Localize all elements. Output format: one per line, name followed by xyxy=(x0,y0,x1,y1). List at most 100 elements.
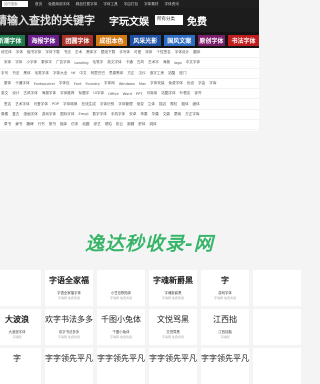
tag-link[interactable]: 细体 xyxy=(193,102,200,107)
category-banner[interactable]: 成祖本色 xyxy=(95,34,127,46)
tag-link[interactable]: 姚体 xyxy=(149,122,156,127)
tag-link[interactable]: POP xyxy=(52,102,59,106)
tag-link[interactable]: 圆体 xyxy=(193,50,200,55)
tag-link[interactable]: logo xyxy=(174,61,182,65)
tag-link[interactable]: 艺术 xyxy=(75,50,82,55)
tag-link[interactable]: 字体管理 xyxy=(118,102,132,107)
tag-link[interactable]: 标题字 xyxy=(79,91,90,96)
tag-link[interactable]: 字体转换 xyxy=(63,102,77,107)
tag-link[interactable]: Fontsquirrel xyxy=(34,82,55,86)
tag-link[interactable]: PPT xyxy=(136,92,143,96)
category-banner[interactable]: 风采光影 xyxy=(129,34,161,46)
tag-link[interactable]: 数字字体 xyxy=(92,112,106,117)
tag-link[interactable]: 文鼎 xyxy=(163,112,170,117)
tag-link[interactable]: 楷书字体 xyxy=(27,50,41,55)
tag-link[interactable]: Office xyxy=(108,92,119,96)
tag-link[interactable]: 新魏 xyxy=(127,122,134,127)
font-card[interactable]: 字 xyxy=(0,348,41,384)
top-search-input[interactable]: 站内搜索 xyxy=(2,1,28,7)
tag-link[interactable]: 字体 xyxy=(15,60,22,65)
tag-link[interactable]: 中文字体 xyxy=(186,60,200,65)
tag-link[interactable]: 手写 xyxy=(1,71,8,76)
nav-item-free[interactable]: 免费商用字体 xyxy=(45,2,73,7)
tag-link[interactable]: 字体下载 xyxy=(45,50,59,55)
tag-link[interactable]: 行书 xyxy=(38,122,45,127)
tag-link[interactable]: 站酷字体 xyxy=(161,91,175,96)
font-card[interactable]: 字魂新爵黑 字魂新爵黑 字魂网 免费商用 xyxy=(149,270,197,306)
tag-link[interactable]: 艺术字体 xyxy=(15,102,29,107)
tag-link[interactable]: 黑体 xyxy=(23,71,30,76)
font-card[interactable] xyxy=(0,270,41,306)
nav-item-tools[interactable]: 字体工具 xyxy=(100,2,120,7)
category-select[interactable]: 所有分类 xyxy=(155,15,183,25)
tag-link[interactable]: 游戏字体 xyxy=(42,112,56,117)
tag-link[interactable]: 古风 xyxy=(137,60,144,65)
tag-link[interactable]: 卡通字体 xyxy=(15,81,29,86)
tag-link[interactable]: 篆书 xyxy=(49,122,56,127)
tag-link[interactable]: 可爱字体 xyxy=(34,102,48,107)
tag-link[interactable]: Emoji xyxy=(79,112,89,116)
tag-link[interactable]: ttf xyxy=(71,71,75,75)
tag-link[interactable]: 字体大全 xyxy=(53,71,67,76)
tag-link[interactable]: 书法 xyxy=(64,50,71,55)
tag-link[interactable]: 字体设计 xyxy=(175,50,189,55)
font-card[interactable]: 千图小兔体 千图小兔体 字魂网 免费商用 xyxy=(97,309,145,345)
tag-link[interactable]: 小字体 xyxy=(26,60,37,65)
tag-link[interactable]: 英文字体 xyxy=(107,60,121,65)
tag-link[interactable]: 粗体 xyxy=(181,102,188,107)
category-banner[interactable]: 国风文案 xyxy=(163,34,195,46)
tag-link[interactable]: 字体包 xyxy=(59,81,70,86)
tag-link[interactable]: 字体网 xyxy=(104,81,115,86)
tag-link[interactable]: 幼圆 xyxy=(82,122,89,127)
tag-link[interactable]: 仿宋 xyxy=(71,122,78,127)
font-card[interactable]: 小豆岛默陌体 字魂网 免费商用 xyxy=(97,270,145,306)
font-card[interactable]: 字字领先平凡 xyxy=(149,348,197,384)
tag-link[interactable]: 英文 xyxy=(1,91,8,96)
tag-link[interactable]: 造字工房 xyxy=(150,71,164,76)
tag-link[interactable]: 毛笔字体 xyxy=(35,71,49,76)
tag-link[interactable]: 在线生成 xyxy=(81,102,95,107)
tag-link[interactable]: 字由 xyxy=(198,81,205,86)
tag-link[interactable]: 隶书 xyxy=(15,122,22,127)
tag-link[interactable]: 海报字体 xyxy=(42,91,56,96)
tag-link[interactable]: 描边 xyxy=(159,102,166,107)
font-card[interactable]: 字字领先平凡 xyxy=(97,348,145,384)
tag-link[interactable]: 蒙纳 xyxy=(174,112,181,117)
tag-link[interactable]: 艺术字 xyxy=(148,60,159,65)
tag-link[interactable]: 楷体 xyxy=(60,122,67,127)
tag-link[interactable]: 字体推荐 xyxy=(60,91,74,96)
font-card[interactable]: 欢字书法多多 欢字书法多多 字魂网 免费商用 xyxy=(45,309,93,345)
tag-link[interactable]: 复古 xyxy=(12,112,19,117)
tag-link[interactable]: 漫画字体 xyxy=(23,112,37,117)
tag-link[interactable]: 中文 xyxy=(79,71,86,76)
tag-link[interactable]: 黑体字 xyxy=(86,50,97,55)
tag-link[interactable]: 字体安装 xyxy=(150,81,164,86)
tag-link[interactable]: 优设 xyxy=(187,81,194,86)
tag-link[interactable]: Font xyxy=(74,82,82,86)
tag-link[interactable]: 签名 xyxy=(4,102,11,107)
tag-link[interactable]: 钟齐 xyxy=(194,91,201,96)
nav-item-news[interactable]: 字体资讯 xyxy=(161,2,181,7)
font-card[interactable] xyxy=(253,309,301,345)
font-card[interactable]: 江西拙 江西拙楷 字魂网 xyxy=(201,309,249,345)
tag-link[interactable]: Windows xyxy=(119,82,135,86)
font-card[interactable] xyxy=(253,270,301,306)
tag-link[interactable]: 免费字体 xyxy=(169,81,183,86)
font-card[interactable]: 字字领先平凡 xyxy=(201,348,249,384)
tag-link[interactable]: 壁纸下载 xyxy=(101,50,115,55)
tag-link[interactable]: Mac xyxy=(139,82,146,86)
tag-link[interactable]: 古风字体 xyxy=(23,91,37,96)
nav-item-packs[interactable]: 字由打包 xyxy=(121,2,141,7)
tag-link[interactable]: UI字体 xyxy=(93,91,104,96)
tag-link[interactable]: 霓虹 xyxy=(170,102,177,107)
tag-link[interactable]: 立体 xyxy=(148,102,155,107)
tag-link[interactable]: 字体识别 xyxy=(100,102,114,107)
tag-link[interactable]: 彩云 xyxy=(116,122,123,127)
tag-link[interactable]: 思源黑体 xyxy=(109,71,123,76)
category-banner[interactable]: 原创字体 xyxy=(197,34,226,46)
category-banner[interactable]: 新潮字体 xyxy=(0,34,25,46)
tag-link[interactable]: 方正 xyxy=(127,71,134,76)
tag-link[interactable]: 字体 xyxy=(16,50,23,55)
tag-link[interactable]: 安卓 xyxy=(129,112,136,117)
nav-item-home[interactable]: 首页 xyxy=(32,2,45,7)
